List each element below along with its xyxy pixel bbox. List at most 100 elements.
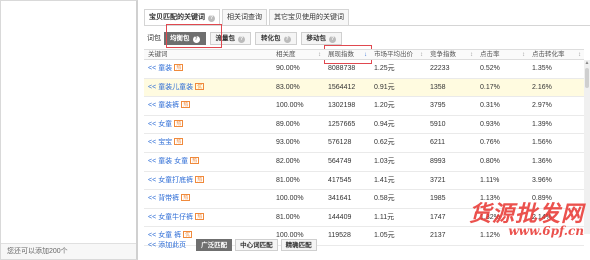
add-keyword-icon[interactable]: << xyxy=(148,121,156,128)
table-row[interactable]: << 宝宝热 93.00% 576128 0.62元 6211 0.76% 1.56% xyxy=(144,134,584,153)
add-keyword-icon[interactable]: << xyxy=(148,139,156,146)
cvr-cell: 2.16% xyxy=(532,83,552,91)
pack-balanced[interactable]: 均衡包? xyxy=(164,31,206,45)
keyword-text[interactable]: 宝宝 xyxy=(158,139,172,146)
help-icon[interactable]: ? xyxy=(192,35,200,43)
add-keyword-icon[interactable]: << xyxy=(148,177,156,184)
table-row[interactable]: << 女童热 89.00% 1257665 0.94元 5910 0.93% 1.39% xyxy=(144,116,584,135)
cvr-cell: 3.96% xyxy=(532,176,552,184)
add-keyword-icon[interactable]: << xyxy=(148,214,156,221)
add-keyword-icon[interactable]: << xyxy=(148,84,156,91)
keyword-cell: << 童装裤热 xyxy=(144,97,272,115)
sort-desc-icon[interactable]: ↓ xyxy=(364,50,367,60)
tab-related-query[interactable]: 相关词查询 xyxy=(222,9,267,26)
competition-cell: 5910 xyxy=(430,120,446,128)
competition-cell: 1358 xyxy=(430,83,446,91)
sort-icon[interactable]: ↕ xyxy=(318,50,321,60)
cvr-cell: 2.97% xyxy=(532,102,552,110)
exact-match-button[interactable]: 精确匹配 xyxy=(280,239,317,251)
col-ctr[interactable]: 点击率 ↕ xyxy=(476,50,528,59)
add-keyword-icon[interactable]: << xyxy=(148,65,156,72)
keyword-badge: 优 xyxy=(195,82,205,90)
ctr-cell: 0.17% xyxy=(480,83,500,91)
col-label: 关键词 xyxy=(148,51,168,58)
add-page-link[interactable]: << 添加此页 xyxy=(148,240,186,250)
table-row[interactable]: << 童装 女童热 82.00% 564749 1.03元 8993 0.80% 1.36% xyxy=(144,153,584,172)
sort-icon[interactable]: ↕ xyxy=(578,50,581,60)
table-row[interactable]: << 童装儿童装优 83.00% 1564412 0.91元 1358 0.17% 2.16% xyxy=(144,78,584,98)
competition-cell: 8993 xyxy=(430,157,446,165)
competition-cell: 1747 xyxy=(430,213,446,221)
cvr-cell: 2.14% xyxy=(532,213,552,221)
keyword-text[interactable]: 童装 xyxy=(158,65,172,72)
keyword-text[interactable]: 女童 xyxy=(158,121,172,128)
pack-conversion[interactable]: 转化包? xyxy=(255,31,297,45)
add-keyword-icon[interactable]: << xyxy=(148,158,156,165)
keyword-cell: << 童装儿童装优 xyxy=(144,79,272,97)
col-impressions[interactable]: 展现指数 ↓ xyxy=(324,50,370,59)
keyword-recommend-panel: 宝贝匹配的关键词? 相关词查询 其它宝贝使用的关键词 词包 均衡包? 流量包? … xyxy=(144,0,590,260)
col-cvr[interactable]: 点击转化率 ↕ xyxy=(528,50,584,59)
impressions-cell: 1257665 xyxy=(328,120,356,128)
scroll-thumb[interactable] xyxy=(585,68,589,88)
table-row[interactable]: << 背带裤热 100.00% 341641 0.58元 1985 1.13% 0.89% xyxy=(144,190,584,209)
tab-matched-keywords[interactable]: 宝贝匹配的关键词? xyxy=(144,9,220,26)
selected-keywords-panel: 您还可以添加200个 xyxy=(0,0,138,260)
keyword-badge: 热 xyxy=(174,119,184,127)
table-scrollbar[interactable]: ▲ xyxy=(584,60,590,234)
phrase-match-button[interactable]: 中心词匹配 xyxy=(235,239,278,251)
ctr-cell: 0.31% xyxy=(480,102,500,110)
keyword-badge: 热 xyxy=(181,101,191,109)
word-pack-bar: 词包 均衡包? 流量包? 转化包? 移动包? xyxy=(147,31,346,45)
ctr-cell: 0.80% xyxy=(480,157,500,165)
sort-icon[interactable]: ↕ xyxy=(470,50,473,60)
scroll-up-icon[interactable]: ▲ xyxy=(584,60,590,67)
competition-cell: 22233 xyxy=(430,65,450,72)
keyword-badge: 热 xyxy=(195,175,205,183)
add-keyword-icon[interactable]: << xyxy=(148,102,156,109)
relevance-cell: 100.00% xyxy=(276,195,304,203)
keyword-cell: << 宝宝热 xyxy=(144,134,272,152)
impressions-cell: 576128 xyxy=(328,139,352,147)
help-icon[interactable]: ? xyxy=(208,15,215,22)
relevance-cell: 90.00% xyxy=(276,65,300,72)
table-row[interactable]: << 童装热 90.00% 8088738 1.25元 22233 0.52% 1.35% xyxy=(144,60,584,79)
avg-bid-cell: 0.94元 xyxy=(374,120,395,128)
impressions-cell: 8088738 xyxy=(328,65,356,72)
keyword-text[interactable]: 童装儿童装 xyxy=(158,84,193,91)
ctr-cell: 0.93% xyxy=(480,120,500,128)
keyword-text[interactable]: 女童打底裤 xyxy=(158,177,193,184)
broad-match-button[interactable]: 广泛匹配 xyxy=(196,239,233,251)
table-header: 关键词 相关度 ↕ 展现指数 ↓ 市场平均出价 ↕ 竞争指数 ↕ 点击率 ↕ 点击转化率 ↕ xyxy=(144,49,584,60)
help-icon[interactable]: ? xyxy=(283,35,291,43)
keyword-text[interactable]: 背带裤 xyxy=(158,195,179,202)
help-icon[interactable]: ? xyxy=(329,35,336,43)
table-row[interactable]: << 童装裤热 100.00% 1302198 1.20元 3795 0.31% 2.97% xyxy=(144,97,584,116)
competition-cell: 3721 xyxy=(430,176,446,184)
cvr-cell: 1.56% xyxy=(532,139,552,147)
col-competition[interactable]: 竞争指数 ↕ xyxy=(426,50,476,59)
col-label: 竞争指数 xyxy=(430,51,456,58)
col-avg-bid[interactable]: 市场平均出价 ↕ xyxy=(370,50,426,59)
sort-icon[interactable]: ↕ xyxy=(420,50,423,60)
table-row[interactable]: << 女童牛仔裤热 81.00% 144409 1.11元 1747 1.32% 2.14% xyxy=(144,209,584,228)
table-body: << 童装热 90.00% 8088738 1.25元 22233 0.52% 1.35% <<… xyxy=(144,60,584,246)
col-relevance[interactable]: 相关度 ↕ xyxy=(272,50,324,59)
tab-other-items-keywords[interactable]: 其它宝贝使用的关键词 xyxy=(269,9,349,26)
avg-bid-cell: 1.03元 xyxy=(374,157,395,165)
keyword-text[interactable]: 女童牛仔裤 xyxy=(158,214,193,221)
ctr-cell: 1.32% xyxy=(480,213,500,221)
add-keyword-icon[interactable]: << xyxy=(148,195,156,202)
sort-icon[interactable]: ↕ xyxy=(522,50,525,60)
keyword-text[interactable]: 童装 女童 xyxy=(158,158,188,165)
relevance-cell: 82.00% xyxy=(276,157,300,165)
keyword-cell: << 背带裤热 xyxy=(144,190,272,208)
help-icon[interactable]: ? xyxy=(238,35,245,43)
pack-traffic[interactable]: 流量包? xyxy=(209,31,251,45)
pack-mobile[interactable]: 移动包? xyxy=(300,31,342,45)
keyword-text[interactable]: 童装裤 xyxy=(158,102,179,109)
table-row[interactable]: << 女童打底裤热 81.00% 417545 1.41元 3721 1.11% 3.96% xyxy=(144,172,584,191)
col-keyword[interactable]: 关键词 xyxy=(144,50,272,59)
col-label: 相关度 xyxy=(276,51,296,58)
impressions-cell: 1302198 xyxy=(328,102,356,110)
